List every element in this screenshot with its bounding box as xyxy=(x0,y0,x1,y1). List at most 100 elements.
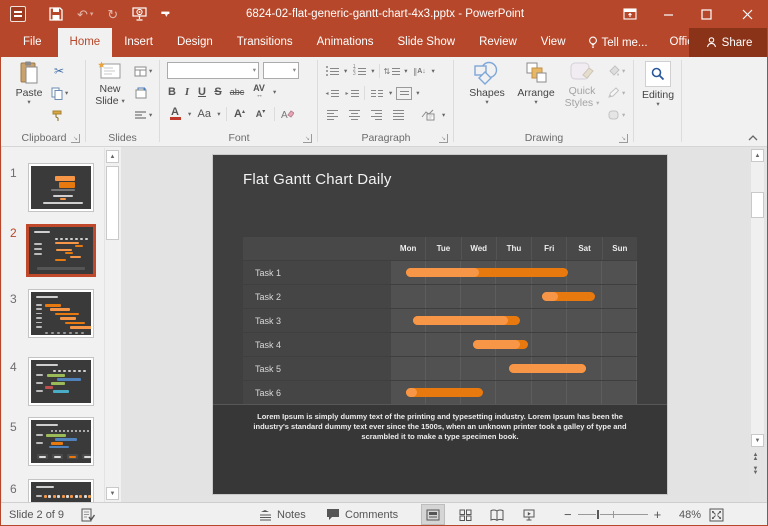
shape-outline-button[interactable]: ▾ xyxy=(607,85,625,101)
change-case-button[interactable]: Aa xyxy=(196,106,212,122)
smartart-dropdown-icon[interactable]: ▾ xyxy=(442,112,445,119)
font-color-dropdown-icon[interactable]: ▾ xyxy=(188,111,191,118)
text-direction-button[interactable]: ∥A↓ xyxy=(412,63,428,79)
font-dialog-launcher-icon[interactable] xyxy=(303,134,312,143)
zoom-out-button[interactable]: − xyxy=(564,507,572,522)
tab-view[interactable]: View xyxy=(529,28,578,57)
paste-dropdown-icon[interactable]: ▾ xyxy=(27,99,30,106)
arrange-button[interactable]: Arrange ▾ xyxy=(513,61,559,106)
undo-dropdown-icon[interactable]: ▾ xyxy=(90,11,94,18)
drawing-dialog-launcher-icon[interactable] xyxy=(619,134,628,143)
align-text-button[interactable] xyxy=(396,87,412,100)
decrease-indent-button[interactable]: ◂ xyxy=(324,85,340,101)
columns-button[interactable] xyxy=(369,85,385,101)
gantt-bar-task-4[interactable] xyxy=(473,340,528,349)
zoom-in-button[interactable]: + xyxy=(654,507,662,522)
bullets-button[interactable] xyxy=(324,63,340,79)
editing-button[interactable]: Editing ▾ xyxy=(638,61,678,108)
increase-indent-button[interactable]: ▸ xyxy=(344,85,360,101)
tab-tell-me[interactable]: Tell me... xyxy=(578,28,658,57)
quick-styles-button[interactable]: Quick Styles▾ xyxy=(561,61,603,109)
increase-font-size-button[interactable]: A▴ xyxy=(232,106,248,122)
app-icon[interactable] xyxy=(10,6,26,22)
text-direction-dropdown-icon[interactable]: ▾ xyxy=(432,68,435,75)
shape-effects-dropdown-icon[interactable]: ▾ xyxy=(622,112,625,119)
underline-button[interactable]: U xyxy=(197,84,207,100)
scroll-up-icon[interactable]: ▲ xyxy=(751,149,764,162)
align-left-button[interactable] xyxy=(324,107,340,123)
fit-slide-to-window-button[interactable] xyxy=(709,503,724,526)
spell-check-button[interactable] xyxy=(81,503,95,526)
gantt-bar-task-1[interactable] xyxy=(406,268,568,277)
customize-qat-icon[interactable]: ▬▾ xyxy=(161,10,169,18)
zoom-slider-thumb[interactable] xyxy=(596,509,600,520)
tab-review[interactable]: Review xyxy=(467,28,529,57)
bold-button[interactable]: B xyxy=(167,84,177,100)
zoom-slider[interactable] xyxy=(578,503,648,526)
font-color-button[interactable]: A xyxy=(167,106,183,122)
share-button[interactable]: Share xyxy=(689,28,768,57)
shape-fill-button[interactable]: ▾ xyxy=(607,63,625,79)
slide-thumbnail-4[interactable] xyxy=(29,358,93,405)
ribbon-display-options-icon[interactable] xyxy=(611,0,649,28)
slide-thumbnail-5[interactable] xyxy=(29,418,93,465)
tab-file[interactable]: File xyxy=(7,28,58,57)
italic-button[interactable]: I xyxy=(183,84,191,100)
comments-button[interactable]: Comments xyxy=(326,503,398,526)
copy-dropdown-icon[interactable]: ▾ xyxy=(65,90,68,97)
thumbnail-scroll-up-icon[interactable]: ▲ xyxy=(106,150,119,163)
change-case-dropdown-icon[interactable]: ▾ xyxy=(217,111,220,118)
minimize-icon[interactable] xyxy=(649,0,687,28)
tab-slide-show[interactable]: Slide Show xyxy=(386,28,468,57)
tab-transitions[interactable]: Transitions xyxy=(225,28,305,57)
decrease-font-size-button[interactable]: A▾ xyxy=(253,106,269,122)
normal-view-button[interactable] xyxy=(421,504,445,525)
numbering-dropdown-icon[interactable]: ▾ xyxy=(371,68,374,75)
justify-button[interactable] xyxy=(390,107,406,123)
align-text-dropdown-icon[interactable]: ▾ xyxy=(416,90,419,97)
cut-button[interactable]: ✂ xyxy=(51,63,67,79)
tab-design[interactable]: Design xyxy=(165,28,225,57)
scroll-down-icon[interactable]: ▼ xyxy=(751,434,764,447)
font-size-combobox[interactable]: ▾ xyxy=(263,62,299,79)
columns-dropdown-icon[interactable]: ▾ xyxy=(389,90,392,97)
gantt-bar-task-6[interactable] xyxy=(406,388,483,397)
section-button[interactable]: ▾ xyxy=(134,107,152,123)
paragraph-dialog-launcher-icon[interactable] xyxy=(439,134,448,143)
line-spacing-dropdown-icon[interactable]: ▾ xyxy=(404,68,407,75)
shapes-dropdown-icon[interactable]: ▾ xyxy=(485,99,488,106)
clipboard-dialog-launcher-icon[interactable] xyxy=(71,134,80,143)
font-name-combobox[interactable]: ▾ xyxy=(167,62,259,79)
slide-thumbnail-2[interactable] xyxy=(26,224,96,277)
section-dropdown-icon[interactable]: ▾ xyxy=(149,112,152,119)
character-spacing-button[interactable]: AV↔ xyxy=(251,84,267,100)
slide-description-text[interactable]: Lorem Ipsum is simply dummy text of the … xyxy=(213,404,667,494)
copy-button[interactable]: ▾ xyxy=(51,85,68,101)
convert-to-smartart-button[interactable] xyxy=(420,107,436,123)
redo-icon[interactable]: ↻ xyxy=(107,8,118,21)
new-slide-dropdown-icon[interactable]: ▾ xyxy=(122,98,125,105)
layout-dropdown-icon[interactable]: ▾ xyxy=(149,68,152,75)
slideshow-icon[interactable] xyxy=(132,7,147,21)
shape-outline-dropdown-icon[interactable]: ▾ xyxy=(622,90,625,97)
zoom-percentage[interactable]: 48% xyxy=(679,503,701,526)
slide-title[interactable]: Flat Gantt Chart Daily xyxy=(243,171,392,188)
thumbnail-scroll-thumb[interactable] xyxy=(106,166,119,240)
thumbnail-scroll-down-icon[interactable]: ▼ xyxy=(106,487,119,500)
slide-thumbnail-3[interactable] xyxy=(29,290,93,337)
tab-insert[interactable]: Insert xyxy=(112,28,165,57)
slide-canvas[interactable]: Flat Gantt Chart Daily MonTueWedThuFriSa… xyxy=(213,155,667,494)
font-name-dropdown-icon[interactable]: ▾ xyxy=(251,67,258,74)
strikethrough-button[interactable]: S xyxy=(213,84,223,100)
clear-formatting-button[interactable]: A xyxy=(280,106,296,122)
notes-button[interactable]: Notes xyxy=(259,503,306,526)
vertical-scrollbar[interactable]: ▲ ▼ xyxy=(749,148,767,448)
close-icon[interactable] xyxy=(725,0,768,28)
arrange-dropdown-icon[interactable]: ▾ xyxy=(534,99,537,106)
shape-fill-dropdown-icon[interactable]: ▾ xyxy=(622,68,625,75)
maximize-icon[interactable] xyxy=(687,0,725,28)
line-spacing-button[interactable]: ⇅ xyxy=(384,63,401,79)
align-right-button[interactable] xyxy=(368,107,384,123)
slide-counter[interactable]: Slide 2 of 9 xyxy=(9,503,64,526)
gantt-bar-task-5[interactable] xyxy=(509,364,586,373)
